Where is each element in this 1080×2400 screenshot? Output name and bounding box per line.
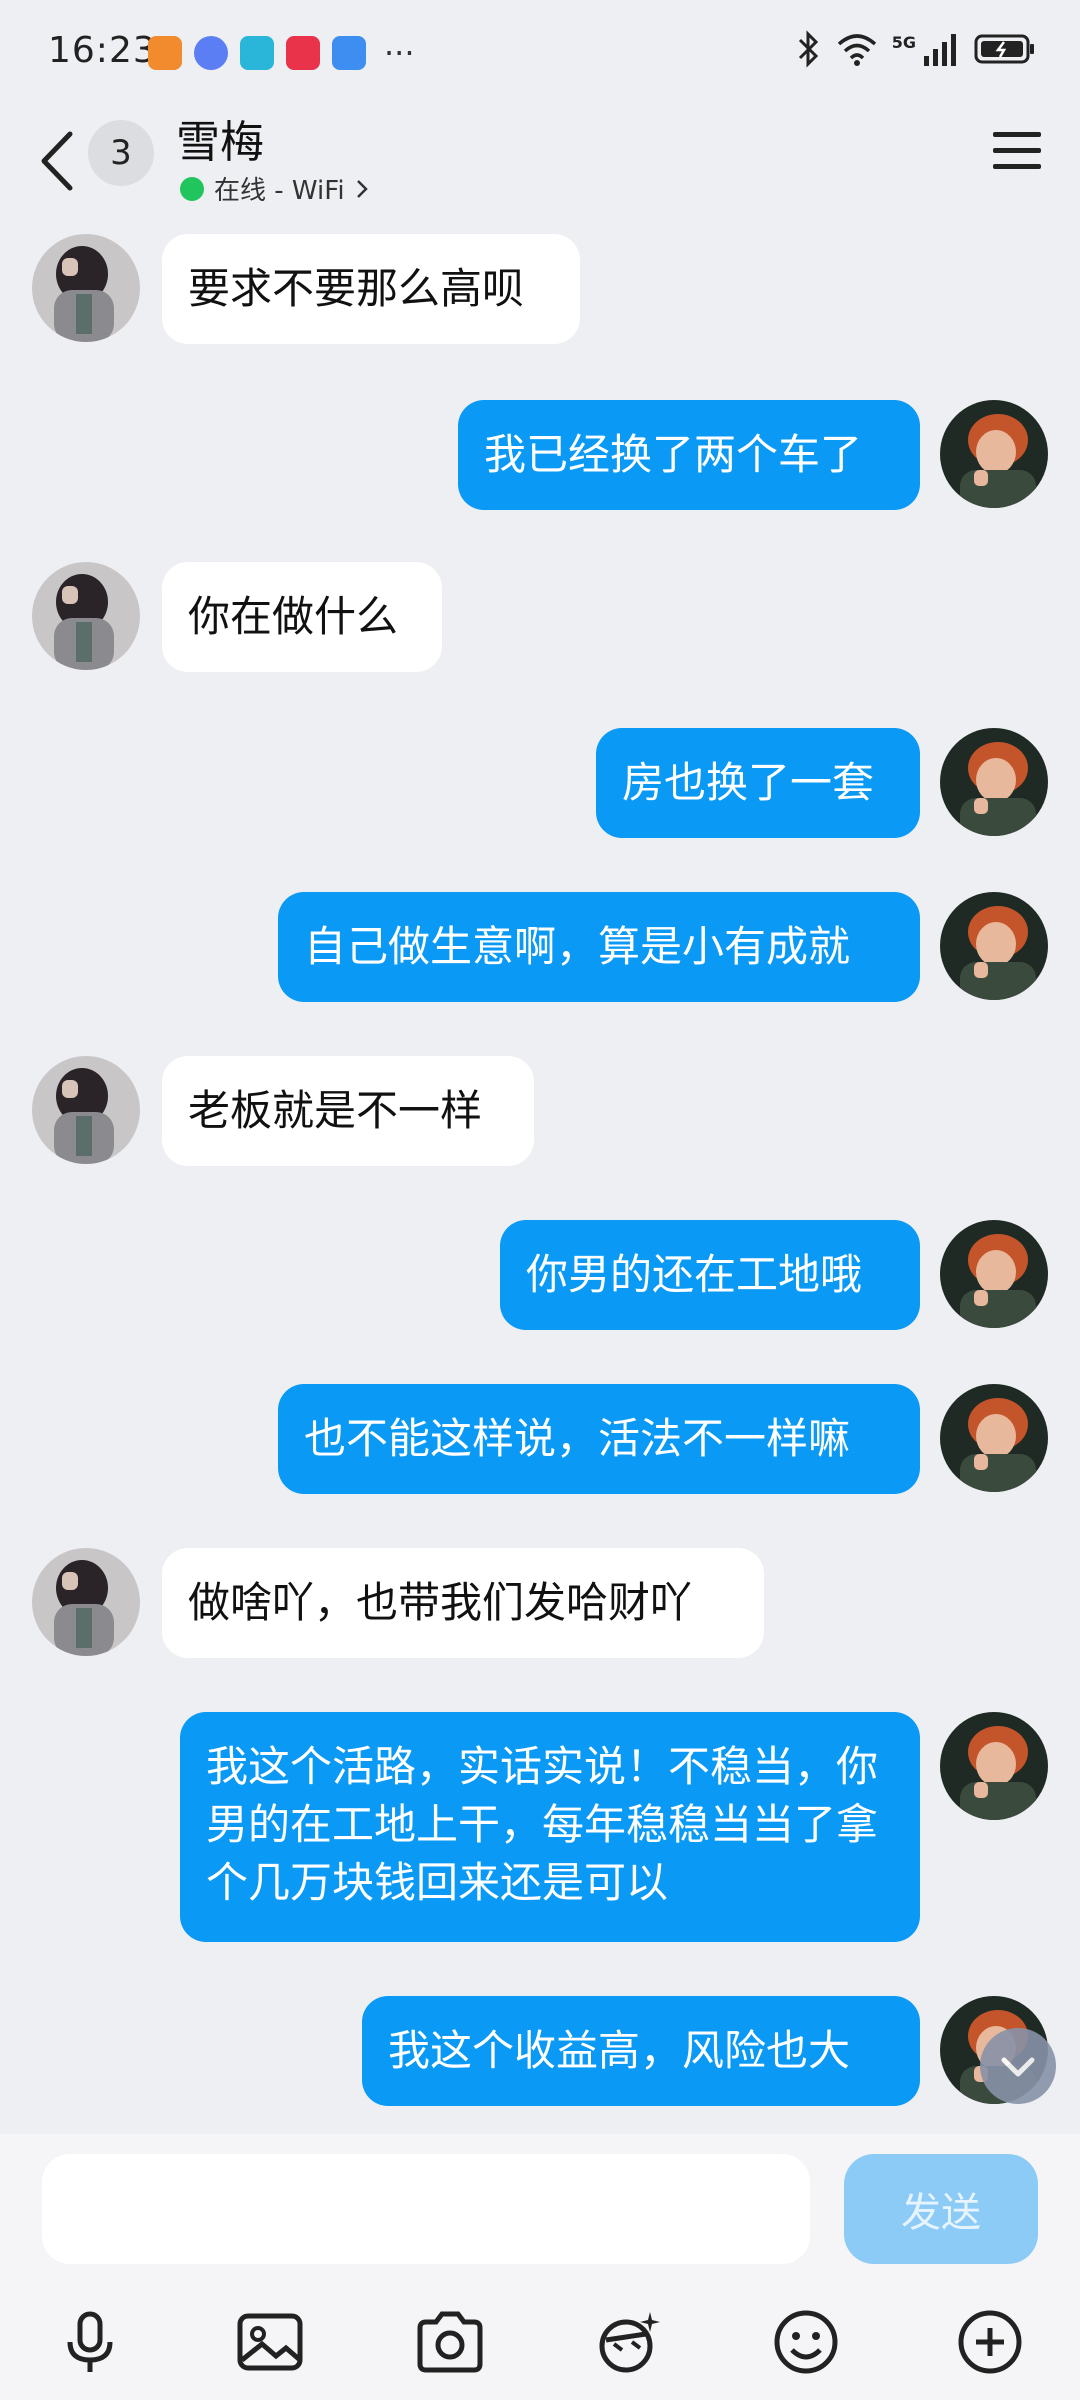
camera-button[interactable] bbox=[410, 2302, 490, 2382]
online-status-dot bbox=[180, 176, 204, 201]
outgoing-message: 我这个活路，实话实说！不稳当，你男的在工地上干，每年稳稳当当了拿个几万块钱回来还… bbox=[0, 1712, 1080, 1942]
message-bubble[interactable]: 老板就是不一样 bbox=[162, 1056, 534, 1166]
message-bubble[interactable]: 也不能这样说，活法不一样嘛 bbox=[278, 1384, 920, 1494]
app-icon-book bbox=[240, 36, 274, 70]
microphone-icon bbox=[67, 2311, 113, 2372]
message-bubble[interactable]: 自己做生意啊，算是小有成就 bbox=[278, 892, 920, 1002]
contact-avatar[interactable] bbox=[32, 1548, 140, 1656]
menu-button[interactable] bbox=[990, 124, 1044, 178]
status-app-icons: ··· bbox=[148, 36, 415, 70]
hamburger-menu-icon bbox=[993, 132, 1041, 169]
voice-button[interactable] bbox=[50, 2302, 130, 2382]
message-list[interactable]: 要求不要那么高呗我已经换了两个车了 你在做什么房也换了一套自己做生意啊，算是小有成… bbox=[0, 230, 1080, 2120]
send-button[interactable]: 发送 bbox=[844, 2154, 1038, 2264]
outgoing-message: 也不能这样说，活法不一样嘛 bbox=[0, 1384, 1080, 1494]
sticker-icon bbox=[599, 2312, 660, 2373]
composer-toolbar bbox=[0, 2284, 1080, 2394]
message-bubble[interactable]: 我这个收益高，风险也大 bbox=[362, 1996, 920, 2106]
message-bubble[interactable]: 要求不要那么高呗 bbox=[162, 234, 580, 344]
image-icon bbox=[237, 2313, 303, 2371]
message-bubble[interactable]: 我已经换了两个车了 bbox=[458, 400, 920, 510]
message-bubble[interactable]: 房也换了一套 bbox=[596, 728, 920, 838]
emoji-icon bbox=[774, 2310, 838, 2374]
outgoing-message: 我这个收益高，风险也大 bbox=[0, 1996, 1080, 2106]
my-avatar[interactable] bbox=[940, 400, 1048, 508]
my-avatar[interactable] bbox=[940, 1384, 1048, 1492]
outgoing-message: 房也换了一套 bbox=[0, 728, 1080, 838]
battery-icon bbox=[974, 34, 1034, 64]
my-avatar[interactable] bbox=[940, 1220, 1048, 1328]
message-bubble[interactable]: 我这个活路，实话实说！不稳当，你男的在工地上干，每年稳稳当当了拿个几万块钱回来还… bbox=[180, 1712, 920, 1942]
unread-count-badge[interactable]: 3 bbox=[88, 120, 154, 186]
chat-screen: 16:23 ··· 5G 3 雪梅 在线 - WiFi 要求不要那么高呗 我已经… bbox=[0, 0, 1080, 2400]
app-icon-orange bbox=[148, 36, 182, 70]
bluetooth-icon bbox=[798, 30, 818, 68]
message-input[interactable] bbox=[42, 2154, 810, 2264]
status-system-icons: 5G bbox=[796, 30, 1036, 68]
status-bar: 16:23 ··· 5G bbox=[0, 0, 1080, 100]
incoming-message: 要求不要那么高呗 bbox=[0, 234, 1080, 344]
app-icon-video bbox=[286, 36, 320, 70]
message-bubble[interactable]: 做啥吖，也带我们发哈财吖 bbox=[162, 1548, 764, 1658]
image-button[interactable] bbox=[230, 2302, 310, 2382]
incoming-message: 老板就是不一样 bbox=[0, 1056, 1080, 1166]
outgoing-message: 自己做生意啊，算是小有成就 bbox=[0, 892, 1080, 1002]
plus-icon bbox=[958, 2310, 1022, 2374]
my-avatar[interactable] bbox=[940, 1712, 1048, 1820]
contact-avatar[interactable] bbox=[32, 562, 140, 670]
composer: 发送 bbox=[0, 2134, 1080, 2400]
contact-status-text: 在线 - WiFi bbox=[214, 176, 345, 206]
message-bubble[interactable]: 你在做什么 bbox=[162, 562, 442, 672]
wifi-icon bbox=[837, 34, 876, 66]
chevron-down-icon bbox=[1001, 2057, 1035, 2077]
camera-icon bbox=[417, 2311, 483, 2373]
app-icon-blue bbox=[194, 36, 228, 70]
outgoing-message: 你男的还在工地哦 bbox=[0, 1220, 1080, 1330]
back-button[interactable] bbox=[30, 118, 86, 204]
my-avatar[interactable] bbox=[940, 892, 1048, 1000]
more-button[interactable] bbox=[950, 2302, 1030, 2382]
contact-name[interactable]: 雪梅 bbox=[176, 106, 264, 170]
status-more-icon: ··· bbox=[384, 34, 415, 72]
outgoing-message: 我已经换了两个车了 bbox=[0, 400, 1080, 510]
scroll-to-bottom-button[interactable] bbox=[980, 2028, 1056, 2104]
signal-icon bbox=[924, 34, 956, 66]
app-icon-cloud bbox=[332, 36, 366, 70]
chevron-right-icon bbox=[356, 179, 368, 198]
incoming-message: 做啥吖，也带我们发哈财吖 bbox=[0, 1548, 1080, 1658]
chevron-left-icon bbox=[41, 131, 73, 191]
incoming-message: 你在做什么 bbox=[0, 562, 1080, 672]
message-bubble[interactable]: 你男的还在工地哦 bbox=[500, 1220, 920, 1330]
chat-header: 3 雪梅 在线 - WiFi bbox=[0, 100, 1080, 220]
my-avatar[interactable] bbox=[940, 728, 1048, 836]
contact-status[interactable]: 在线 - WiFi bbox=[180, 170, 369, 207]
contact-avatar[interactable] bbox=[32, 234, 140, 342]
contact-avatar[interactable] bbox=[32, 1056, 140, 1164]
network-type: 5G bbox=[891, 32, 916, 52]
emoji-button[interactable] bbox=[766, 2302, 846, 2382]
status-time: 16:23 bbox=[48, 30, 157, 71]
sticker-button[interactable] bbox=[588, 2302, 668, 2382]
